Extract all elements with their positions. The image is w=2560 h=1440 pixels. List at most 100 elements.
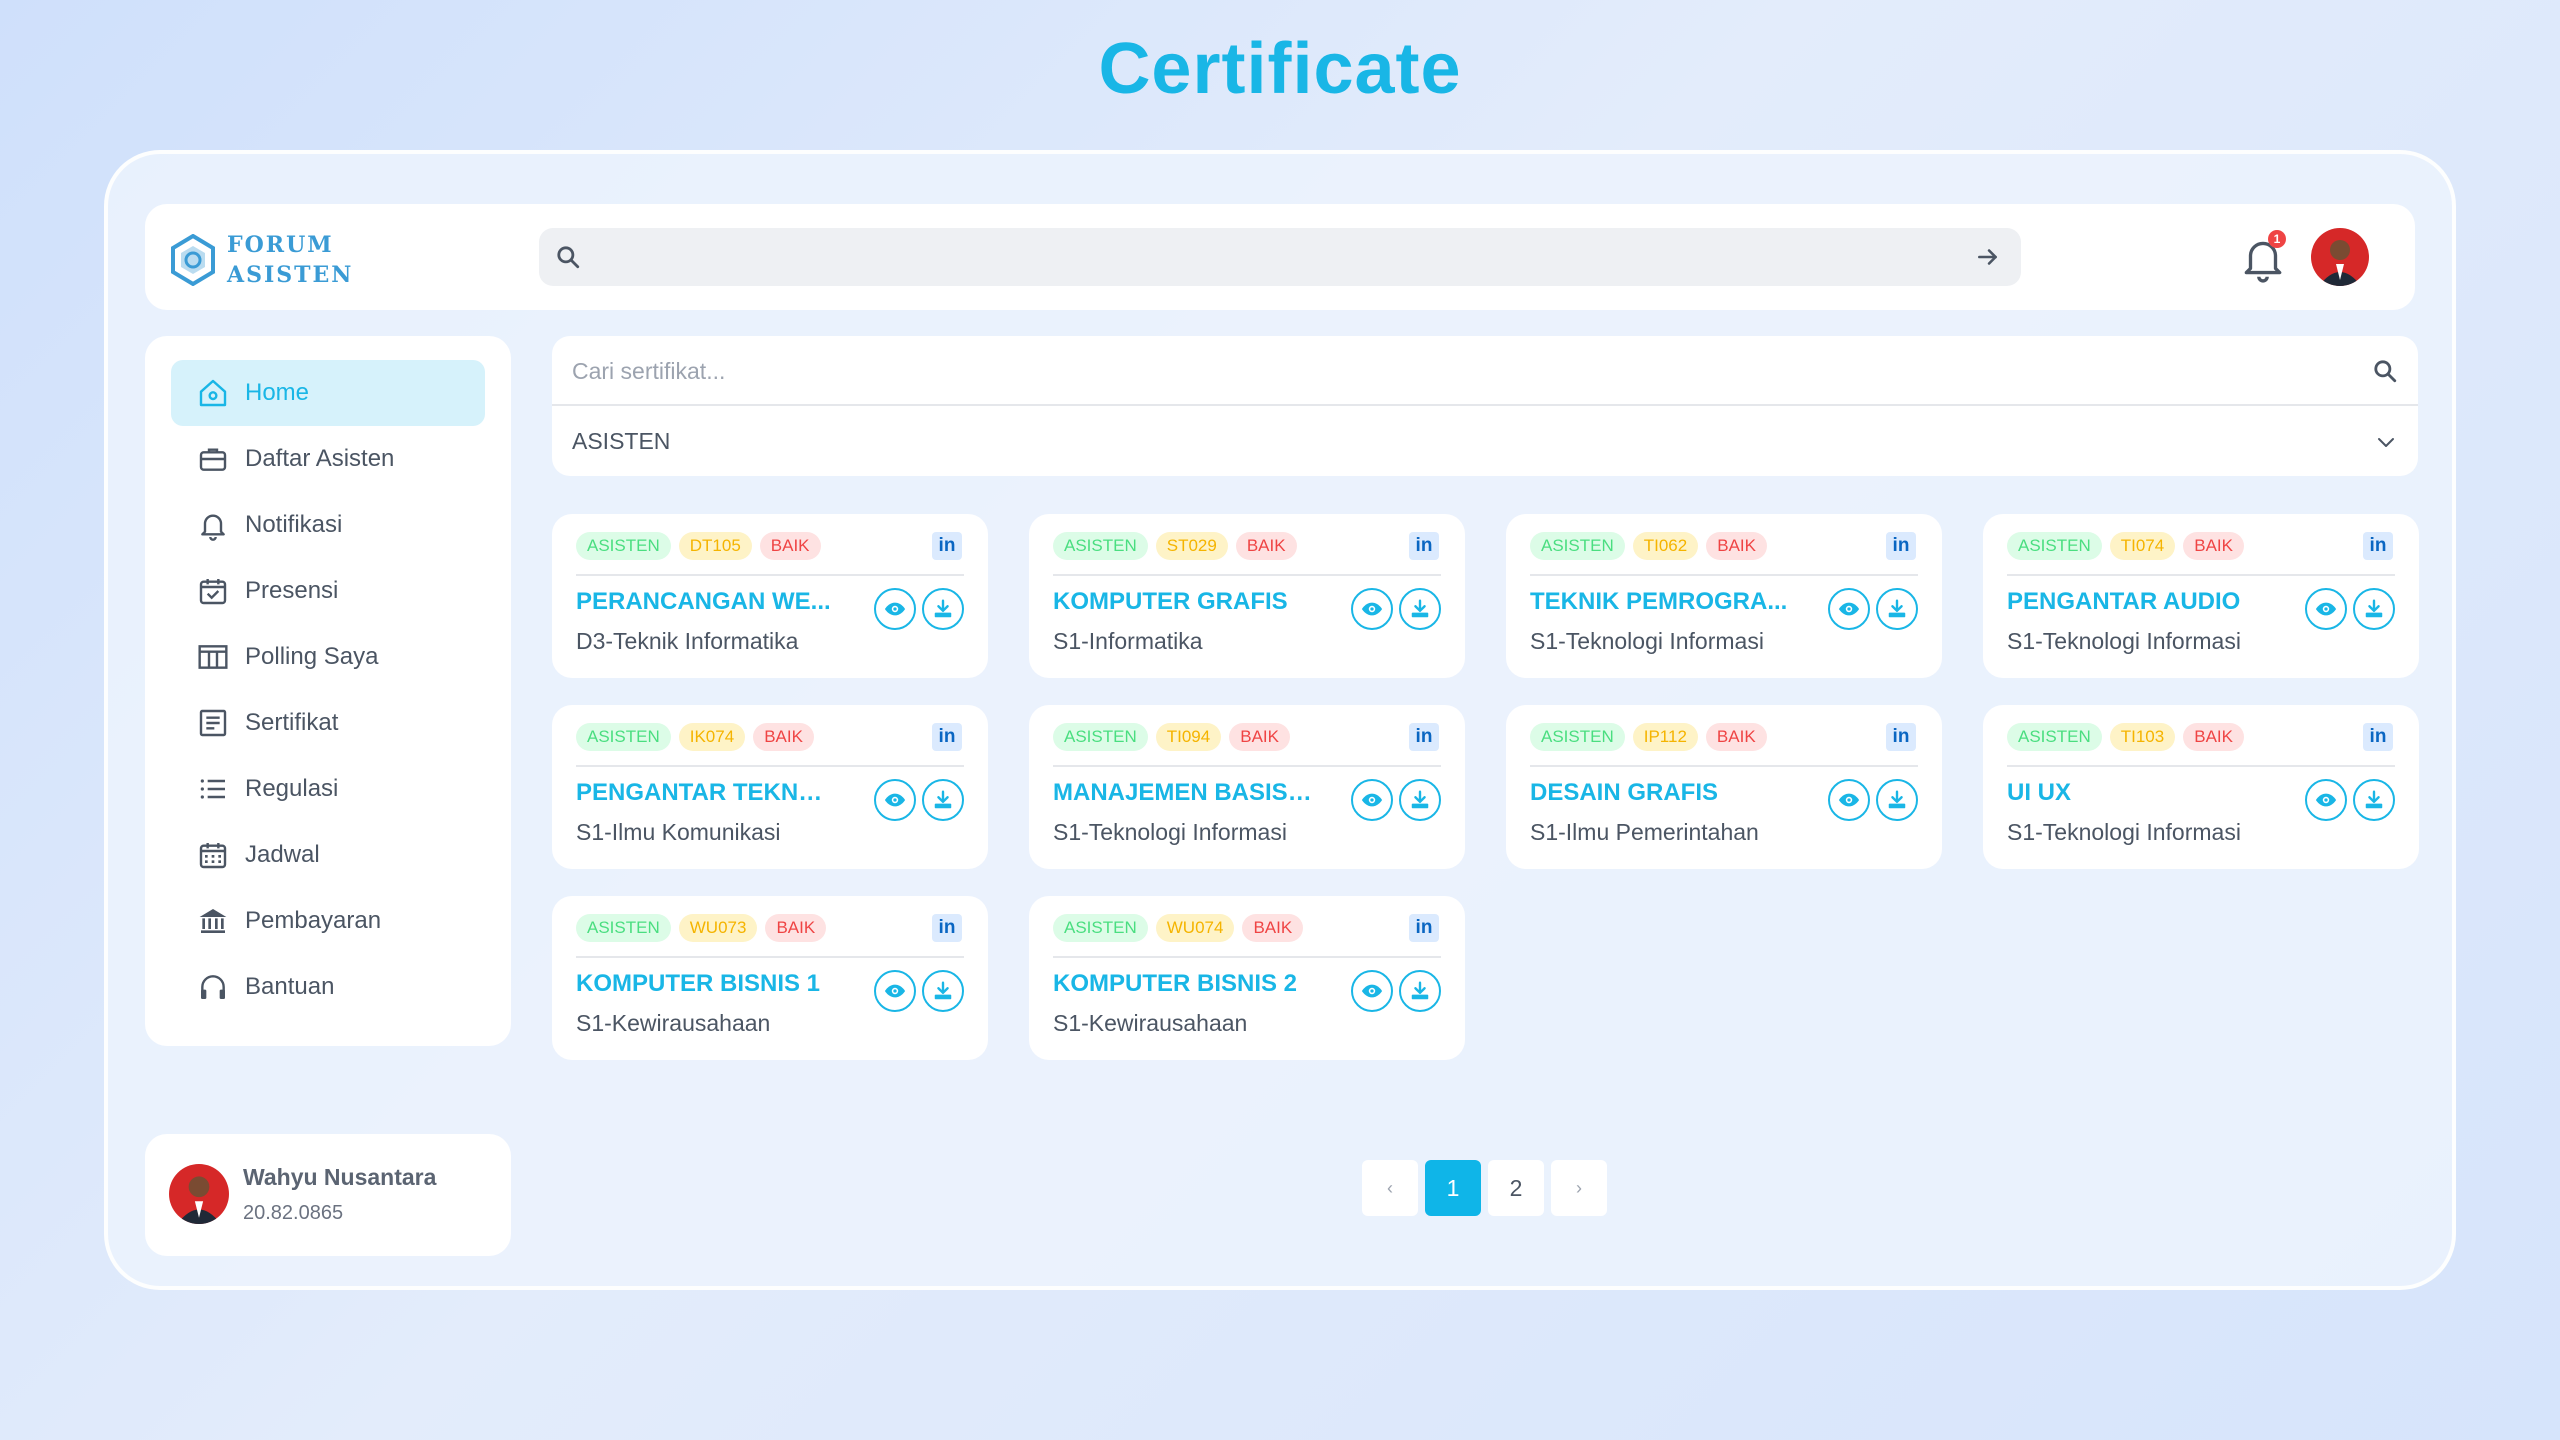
download-icon (932, 789, 954, 811)
download-button[interactable] (2353, 588, 2395, 630)
download-icon (1409, 980, 1431, 1002)
view-button[interactable] (1828, 779, 1870, 821)
view-button[interactable] (874, 588, 916, 630)
linkedin-icon[interactable]: in (1409, 532, 1439, 560)
briefcase-icon (199, 448, 227, 471)
download-button[interactable] (1876, 588, 1918, 630)
sidebar-item-polling-saya[interactable]: Polling Saya (171, 624, 485, 690)
certificate-title: DESAIN GRAFIS (1530, 779, 1719, 806)
view-button[interactable] (2305, 779, 2347, 821)
role-tag: ASISTEN (1530, 532, 1625, 560)
certificate-card: ASISTEN IP112 BAIK in DESAIN GRAFIS S1-Ilmu P… (1506, 705, 1942, 869)
logo[interactable]: FORUM ASISTEN (169, 230, 353, 290)
code-tag: TI074 (2109, 532, 2176, 560)
tag-group: ASISTEN WU074 BAIK (1053, 914, 1311, 942)
sidebar-item-jadwal[interactable]: Jadwal (171, 822, 485, 888)
download-icon (932, 598, 954, 620)
download-button[interactable] (922, 588, 964, 630)
linkedin-icon[interactable]: in (2363, 532, 2393, 560)
view-button[interactable] (2305, 588, 2347, 630)
pagination-page-1[interactable]: 1 (1425, 1160, 1481, 1216)
divider (1530, 765, 1918, 767)
certificate-program: S1-Kewirausahaan (1053, 1010, 1248, 1036)
pagination-next-button[interactable]: › (1551, 1160, 1607, 1216)
eye-icon (1838, 598, 1860, 620)
sidebar-item-label: Jadwal (245, 841, 320, 868)
role-tag: ASISTEN (1530, 723, 1625, 751)
download-button[interactable] (1876, 779, 1918, 821)
global-search-input[interactable] (599, 228, 1939, 286)
calendar-check-icon (199, 579, 227, 605)
certificate-search-input[interactable] (572, 336, 2332, 406)
role-tag: ASISTEN (2007, 723, 2102, 751)
user-card[interactable]: Wahyu Nusantara 20.82.0865 (145, 1134, 511, 1256)
search-icon[interactable] (2372, 358, 2398, 384)
sidebar-item-home[interactable]: Home (171, 360, 485, 426)
home-icon (199, 379, 227, 407)
view-button[interactable] (874, 779, 916, 821)
certificate-title: UI UX (2007, 779, 2072, 806)
pagination-prev-button[interactable]: ‹ (1362, 1160, 1418, 1216)
view-button[interactable] (1828, 588, 1870, 630)
linkedin-icon[interactable]: in (932, 914, 962, 942)
logo-text-line1: FORUM (227, 232, 334, 258)
code-tag: WU074 (1155, 914, 1235, 942)
linkedin-icon[interactable]: in (932, 723, 962, 751)
user-id: 20.82.0865 (243, 1202, 344, 1224)
certificate-card: ASISTEN TI094 BAIK in MANAJEMEN BASIS ... S1-… (1029, 705, 1465, 869)
certificate-title: KOMPUTER BISNIS 2 (1053, 970, 1298, 997)
tag-group: ASISTEN TI062 BAIK (1530, 532, 1775, 560)
view-button[interactable] (1351, 970, 1393, 1012)
download-button[interactable] (1399, 779, 1441, 821)
grade-tag: BAIK (1706, 532, 1767, 560)
bank-icon (199, 909, 227, 933)
avatar[interactable] (2311, 228, 2369, 286)
view-button[interactable] (874, 970, 916, 1012)
certificate-title: KOMPUTER GRAFIS (1053, 588, 1288, 615)
view-button[interactable] (1351, 779, 1393, 821)
sidebar-item-sertifikat[interactable]: Sertifikat (171, 690, 485, 756)
certificate-card: ASISTEN DT105 BAIK in PERANCANGAN WE... D3-Te… (552, 514, 988, 678)
eye-icon (1838, 789, 1860, 811)
role-tag: ASISTEN (576, 723, 671, 751)
divider (1053, 765, 1441, 767)
linkedin-icon[interactable]: in (1886, 532, 1916, 560)
grade-tag: BAIK (1235, 532, 1297, 560)
grade-tag: BAIK (1705, 723, 1767, 751)
certificate-program: S1-Teknologi Informasi (1053, 819, 1287, 845)
role-select-value: ASISTEN (572, 428, 671, 454)
linkedin-icon[interactable]: in (2363, 723, 2393, 751)
download-button[interactable] (1399, 588, 1441, 630)
logo-icon (171, 234, 215, 286)
page-title: Certificate (1098, 29, 1462, 109)
linkedin-icon[interactable]: in (1886, 723, 1916, 751)
sidebar-item-notifikasi[interactable]: Notifikasi (171, 492, 485, 558)
certificate-card: ASISTEN TI103 BAIK in UI UX S1-Teknologi Info… (1983, 705, 2419, 869)
role-select[interactable]: ASISTEN (552, 408, 2418, 476)
top-bar: FORUM ASISTEN 1 (145, 204, 2415, 310)
download-button[interactable] (922, 779, 964, 821)
download-button[interactable] (922, 970, 964, 1012)
certificate-program: D3-Teknik Informatika (576, 628, 799, 654)
download-button[interactable] (1399, 970, 1441, 1012)
arrow-right-icon[interactable] (1975, 244, 2001, 270)
sidebar-item-bantuan[interactable]: Bantuan (171, 954, 485, 1020)
certificate-program: S1-Teknologi Informasi (2007, 628, 2241, 654)
download-button[interactable] (2353, 779, 2395, 821)
sidebar-item-pembayaran[interactable]: Pembayaran (171, 888, 485, 954)
tag-group: ASISTEN WU073 BAIK (576, 914, 834, 942)
eye-icon (2315, 598, 2337, 620)
calendar-icon (199, 843, 227, 869)
linkedin-icon[interactable]: in (1409, 723, 1439, 751)
view-button[interactable] (1351, 588, 1393, 630)
pagination-page-2[interactable]: 2 (1488, 1160, 1544, 1216)
sidebar-item-presensi[interactable]: Presensi (171, 558, 485, 624)
certificate-title: PENGANTAR TEKNO... (576, 779, 836, 806)
sidebar-item-daftar-asisten[interactable]: Daftar Asisten (171, 426, 485, 492)
sidebar-item-regulasi[interactable]: Regulasi (171, 756, 485, 822)
role-tag: ASISTEN (2007, 532, 2102, 560)
linkedin-icon[interactable]: in (932, 532, 962, 560)
code-tag: ST029 (1155, 532, 1228, 560)
linkedin-icon[interactable]: in (1409, 914, 1439, 942)
sidebar-item-label: Polling Saya (245, 643, 379, 670)
